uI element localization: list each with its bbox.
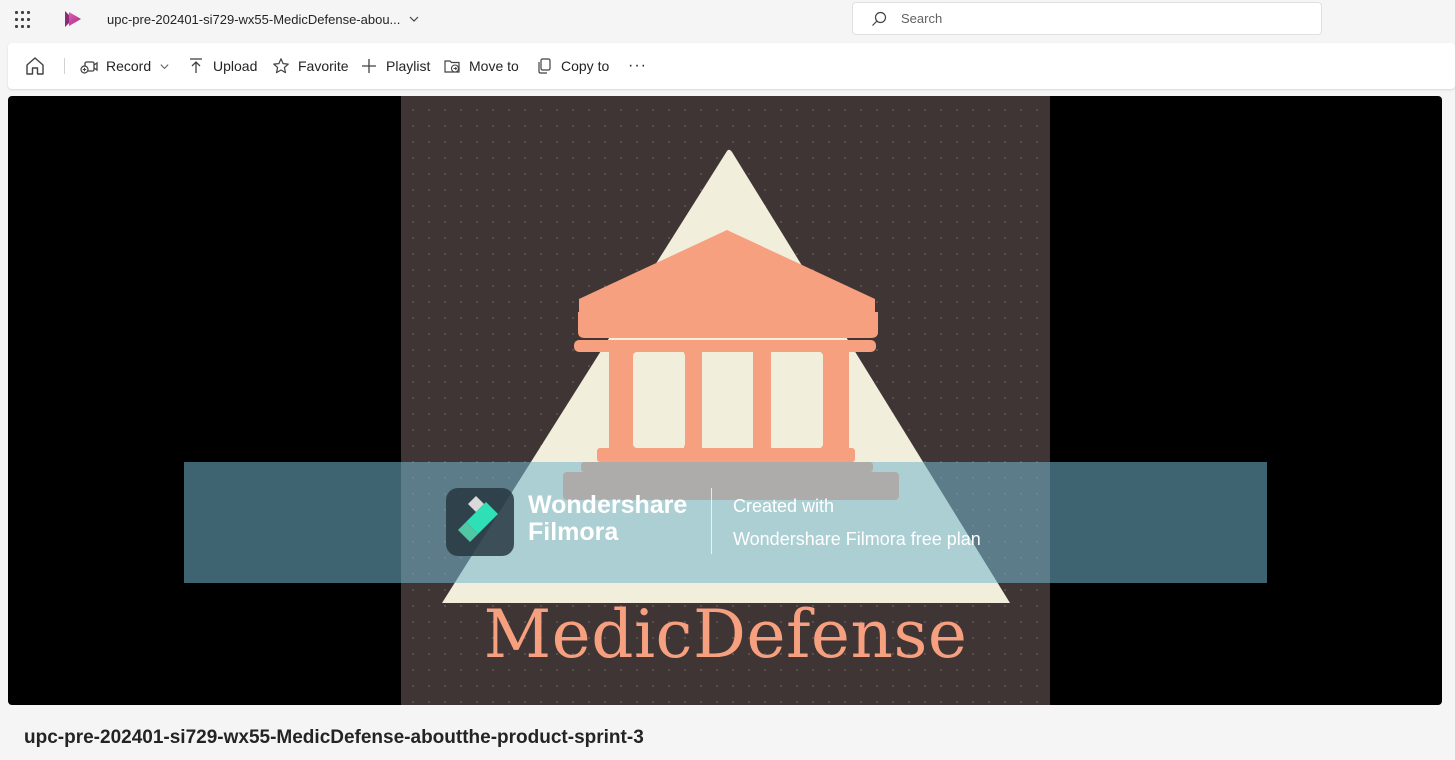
stream-logo-icon[interactable] <box>62 8 84 30</box>
brand-title: MedicDefense <box>483 596 968 673</box>
watermark-divider <box>711 488 712 554</box>
favorite-label: Favorite <box>298 58 349 74</box>
more-icon: ··· <box>628 57 647 74</box>
video-frame: MedicDefense <box>401 96 1050 705</box>
filmora-brand-text: Wondershare Filmora <box>528 492 708 546</box>
playlist-label: Playlist <box>386 58 431 74</box>
chevron-down-icon <box>160 63 169 69</box>
upload-label: Upload <box>213 58 258 74</box>
filmora-watermark: Wondershare Filmora Created with Wonders… <box>184 462 1267 583</box>
record-button[interactable]: Record <box>80 56 170 76</box>
move-folder-icon <box>444 60 460 73</box>
favorite-button[interactable]: Favorite <box>272 56 349 76</box>
add-icon <box>362 59 376 73</box>
top-header: upc-pre-202401-si729-wx55-MedicDefense-a… <box>0 0 1455 40</box>
search-placeholder: Search <box>901 11 943 26</box>
search-icon <box>872 11 887 26</box>
move-to-button[interactable]: Move to <box>443 56 519 76</box>
filmora-brand-line1: Wondershare <box>528 491 688 519</box>
toolbar-divider <box>64 58 65 74</box>
watermark-caption-line2: Wondershare Filmora free plan <box>733 529 981 549</box>
watermark-caption-line1: Created with <box>733 496 835 516</box>
file-title-dropdown[interactable]: upc-pre-202401-si729-wx55-MedicDefense-a… <box>107 10 420 28</box>
upload-button[interactable]: Upload <box>187 56 257 76</box>
chevron-down-icon <box>409 16 419 22</box>
filmora-brand-line2: Filmora <box>528 518 619 546</box>
playlist-button[interactable]: Playlist <box>360 56 430 76</box>
copy-to-label: Copy to <box>561 58 610 74</box>
command-bar: Record Upload Favorite Playlist Move to <box>8 43 1455 89</box>
video-player[interactable]: MedicDefense Wondershare Filmora Created… <box>8 96 1442 705</box>
record-icon <box>80 61 98 74</box>
upload-icon <box>190 58 202 73</box>
record-label: Record <box>106 58 152 74</box>
app-launcher-icon[interactable] <box>14 10 34 30</box>
filmora-logo-icon <box>446 488 514 556</box>
home-icon[interactable] <box>24 55 46 77</box>
file-title: upc-pre-202401-si729-wx55-MedicDefense-a… <box>107 11 401 27</box>
more-options-button[interactable]: ··· <box>628 56 647 76</box>
copy-icon <box>538 58 551 74</box>
search-input[interactable]: Search <box>852 2 1322 35</box>
copy-to-button[interactable]: Copy to <box>535 56 609 76</box>
video-title: upc-pre-202401-si729-wx55-MedicDefense-a… <box>24 727 644 748</box>
star-icon <box>273 58 289 74</box>
move-to-label: Move to <box>469 58 519 74</box>
